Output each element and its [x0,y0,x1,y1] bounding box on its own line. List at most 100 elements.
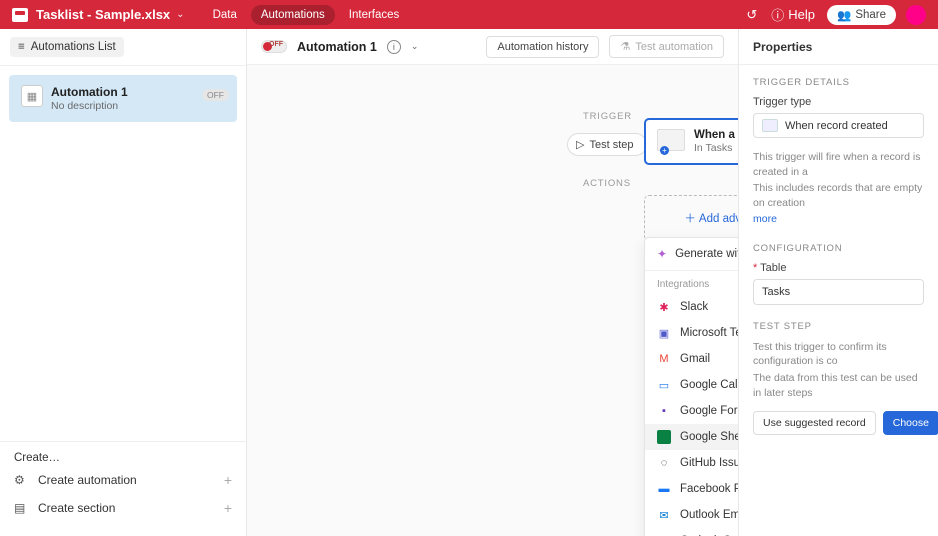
create-section-label: Create section [38,501,115,515]
top-tabs: Data Automations Interfaces [203,5,410,25]
integrations-section-label: Integrations [645,271,738,294]
integration-facebook-pages[interactable]: ▬Facebook Pages› [645,476,738,502]
integration-label: Microsoft Teams [680,327,738,339]
integration-label: Gmail [680,353,710,365]
trigger-section-label: TRIGGER [583,111,632,122]
integration-google-sheets[interactable]: Google Sheets› [645,424,738,450]
integration-github-issues[interactable]: ◌GitHub Issues› [645,450,738,476]
integration-label: Outlook Email [680,509,738,521]
trigger-title: When a record is created [694,129,738,141]
plus-icon: ＋ [684,213,696,225]
microsoft-teams-icon: ▣ [657,326,671,340]
user-avatar[interactable] [906,5,926,25]
table-select[interactable]: Tasks [753,279,924,305]
integration-label: Google Sheets [680,431,738,443]
sparkle-icon: ✦ [657,247,667,261]
automations-list-toggle[interactable]: ≡ Automations List [10,37,124,57]
google-forms-icon: ▪ [657,404,671,418]
plus-icon: + [224,500,232,516]
github-issues-icon: ◌ [657,456,671,470]
create-label: Create… [0,448,246,466]
automation-card[interactable]: ▦ Automation 1 No description OFF [9,75,237,122]
integration-label: Facebook Pages [680,483,738,495]
add-action-label: Add advanced logic or action [699,213,738,225]
toggle-label: OFF [269,41,283,48]
create-automation-label: Create automation [38,473,137,487]
automation-toggle[interactable]: OFF [261,40,287,53]
trigger-type-select[interactable]: When record created [753,113,924,138]
hamburger-icon: ≡ [18,41,25,53]
actions-section-label: ACTIONS [583,178,631,189]
test-automation-label: Test automation [635,41,713,53]
generate-ai-button[interactable]: ✦ Generate with AI Team [645,238,738,271]
history-icon[interactable]: ↺ [746,7,757,23]
integration-google-forms[interactable]: ▪Google Forms› [645,398,738,424]
share-label: Share [855,9,886,21]
more-link[interactable]: more [753,213,924,225]
trigger-details-heading: TRIGGER DETAILS [753,77,924,88]
properties-title: Properties [739,29,938,65]
tab-interfaces[interactable]: Interfaces [339,5,410,25]
base-title[interactable]: Tasklist - Sample.xlsx [36,7,170,22]
automation-status-badge: OFF [202,89,229,101]
configuration-heading: CONFIGURATION [753,243,924,254]
test-step-label: Test step [589,139,633,151]
automation-name[interactable]: Automation 1 [297,40,377,54]
use-suggested-record-button[interactable]: Use suggested record [753,411,876,435]
integration-label: Google Calendar [680,379,738,391]
test-step-heading: TEST STEP [753,321,924,332]
table-label: Table [753,262,924,274]
action-picker-menu: ✦ Generate with AI Team Integrations ✱ Sl… [644,237,738,536]
test-desc-line2: The data from this test can be used in l… [753,371,924,400]
add-action-button[interactable]: ＋Add advanced logic or action [644,195,738,241]
record-icon [762,119,778,132]
create-section-button[interactable]: ▤ Create section + [0,494,246,522]
trigger-type-value: When record created [785,120,888,132]
section-icon: ▤ [14,501,30,515]
automations-list-label: Automations List [31,41,116,53]
record-icon: + [657,129,685,151]
outlook-email-icon: ✉ [657,508,671,522]
help-button[interactable]: ⓘ Help [771,5,815,24]
integration-label: Slack [680,301,708,313]
automation-card-icon: ▦ [21,85,43,107]
trigger-desc-line1: This trigger will fire when a record is … [753,150,924,179]
tab-data[interactable]: Data [203,5,247,25]
google-sheets-icon [657,430,671,444]
facebook-pages-icon: ▬ [657,482,671,496]
automation-history-button[interactable]: Automation history [486,36,599,58]
test-automation-button[interactable]: ⚗ Test automation [609,35,724,58]
flow-icon: ⚙ [14,473,30,487]
integration-outlook-email[interactable]: ✉Outlook Email› [645,502,738,528]
google-calendar-icon: ▭ [657,378,671,392]
plus-icon: + [224,472,232,488]
generate-ai-label: Generate with AI [675,248,738,260]
slack-icon: ✱ [657,300,671,314]
share-button[interactable]: 👥 Share [827,5,896,25]
integration-slack[interactable]: ✱Slack› [645,294,738,320]
trigger-type-label: Trigger type [753,96,924,108]
trigger-card[interactable]: + When a record is created In Tasks [644,118,738,165]
integration-microsoft-teams[interactable]: ▣Microsoft Teams› [645,320,738,346]
chevron-down-icon[interactable]: ⌄ [411,41,419,52]
add-badge-icon: + [660,146,669,155]
trigger-desc-line2: This includes records that are empty on … [753,181,924,210]
integration-label: Google Forms [680,405,738,417]
trigger-subtitle: In Tasks [694,142,738,154]
flask-icon: ⚗ [620,40,630,53]
integration-gmail[interactable]: MGmail› [645,346,738,372]
integration-outlook-calendar[interactable]: ▭Outlook Calendar› [645,528,738,536]
gmail-icon: M [657,352,671,366]
test-desc-line1: Test this trigger to confirm its configu… [753,340,924,369]
info-icon[interactable]: i [387,40,401,54]
test-step-button[interactable]: ▷ Test step [567,133,647,156]
integration-google-calendar[interactable]: ▭Google Calendar› [645,372,738,398]
automation-card-title: Automation 1 [51,85,128,99]
choose-record-button[interactable]: Choose [883,411,938,435]
base-chevron-icon[interactable]: ⌄ [176,9,184,20]
play-icon: ▷ [576,138,584,151]
automation-card-desc: No description [51,100,128,112]
help-label: Help [788,7,815,22]
create-automation-button[interactable]: ⚙ Create automation + [0,466,246,494]
tab-automations[interactable]: Automations [251,5,335,25]
